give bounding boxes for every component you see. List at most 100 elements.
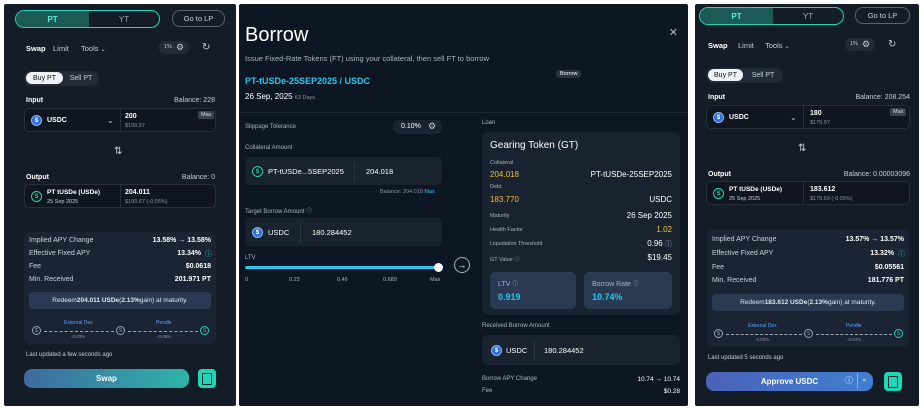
tab-limit[interactable]: Limit xyxy=(53,44,69,53)
info-icon[interactable]: ⓘ xyxy=(514,257,520,263)
ltv-card-label: LTV ⓘ xyxy=(498,279,518,288)
tab-limit[interactable]: Limit xyxy=(738,41,754,50)
sell-pt-tab[interactable]: Sell PT xyxy=(64,72,98,84)
gt-row-value: $19.45 xyxy=(647,253,672,262)
input-balance: Balance: 208.254 xyxy=(855,94,911,101)
max-link[interactable]: Max xyxy=(424,189,434,195)
input-amount[interactable]: 200 xyxy=(125,113,137,120)
pt-yt-toggle[interactable]: PT YT xyxy=(15,10,160,28)
ltv-slider-handle[interactable] xyxy=(434,263,443,272)
slippage-value: 1% xyxy=(850,41,858,47)
max-button[interactable]: Max xyxy=(198,111,215,119)
swap-panel-right: PT YT Go to LP Swap Limit Tools ⌄ 1% ⚙ ↻… xyxy=(695,4,919,406)
stat-value: 13.58% → 13.58% xyxy=(152,237,211,244)
calculator-icon[interactable] xyxy=(884,372,902,391)
redeem-gain: 2.13% xyxy=(121,297,140,304)
token-select-chevron-icon[interactable]: ⌄ xyxy=(107,116,114,125)
info-icon[interactable]: ⓘ xyxy=(306,209,312,215)
info-icon[interactable]: ⓘ xyxy=(665,241,672,248)
loan-label: Loan xyxy=(482,120,496,126)
redeem-post: gain) at maturity. xyxy=(139,297,188,304)
info-icon[interactable]: ⓘ xyxy=(205,249,212,259)
ltv-tick: 0 xyxy=(245,277,249,283)
output-token: PT tUSDe (USDe) xyxy=(47,189,101,196)
input-token[interactable]: USDC xyxy=(47,117,67,124)
input-amount[interactable]: 180 xyxy=(810,110,822,117)
tab-tools[interactable]: Tools ⌄ xyxy=(81,44,106,53)
gt-row-value: 0.96 ⓘ xyxy=(647,239,672,249)
received-token: USDC xyxy=(506,346,528,355)
maturity-date: 26 Sep, 2025 63 Days xyxy=(245,92,315,101)
gt-collateral-amount: 204.018 xyxy=(490,170,519,179)
info-icon[interactable]: ⓘ xyxy=(512,282,518,288)
ltv-slider-fill xyxy=(245,266,442,269)
gt-title: Gearing Token (GT) xyxy=(490,140,579,151)
tab-swap[interactable]: Swap xyxy=(26,44,46,53)
input-label: Input xyxy=(26,97,44,104)
redeem-banner: Redeem 204.011 USDe (2.13% gain) at matu… xyxy=(29,292,211,309)
tab-tools[interactable]: Tools ⌄ xyxy=(765,41,790,50)
swap-button[interactable]: Swap xyxy=(24,369,189,388)
toggle-yt[interactable]: YT xyxy=(89,11,159,27)
go-to-lp-button[interactable]: Go to LP xyxy=(172,10,225,27)
gearing-token-card: Gearing Token (GT) Collateral 204.018 PT… xyxy=(482,132,680,315)
collateral-token[interactable]: PT-tUSDe...5SEP2025 xyxy=(268,167,344,176)
info-icon[interactable]: ⓘ xyxy=(633,282,639,288)
pt-yt-toggle[interactable]: PT YT xyxy=(699,7,844,25)
input-usd: $199.97 xyxy=(125,123,145,129)
toggle-pt[interactable]: PT xyxy=(700,8,773,24)
trade-details-card: Implied APY Change 13.58% → 13.58% Effec… xyxy=(24,232,216,344)
swap-direction-icon[interactable]: ⇅ xyxy=(798,143,806,154)
info-icon[interactable]: ⓘ xyxy=(845,375,853,386)
fee-value: $0.28 xyxy=(663,388,680,395)
slippage-control[interactable]: 0.10% ⚙ xyxy=(393,120,442,134)
collateral-amount[interactable]: 204.018 xyxy=(366,167,393,176)
stat-value: 13.32% xyxy=(870,250,894,257)
slippage-settings[interactable]: 1% ⚙ xyxy=(845,38,875,51)
output-usd: $179.69 (-0.05%) xyxy=(810,196,853,202)
gear-icon: ⚙ xyxy=(862,39,871,49)
slippage-settings[interactable]: 1% ⚙ xyxy=(159,41,189,54)
gt-row-label: Liquidation Threshold xyxy=(490,241,543,247)
pt-token-icon: S xyxy=(31,191,42,202)
info-icon[interactable]: ⓘ xyxy=(898,249,905,259)
ltv-tick: 0.46 xyxy=(337,277,348,283)
borrow-panel: Borrow ✕ Issue Fixed-Rate Tokens (FT) us… xyxy=(239,4,688,406)
gt-row-label: Debt xyxy=(490,184,502,190)
token-select-chevron-icon[interactable]: ⌄ xyxy=(790,113,797,122)
buy-pt-tab[interactable]: Buy PT xyxy=(708,69,743,81)
stat-value: $0.05561 xyxy=(874,264,904,271)
route-pendle: Pendle xyxy=(846,323,862,329)
target-amount[interactable]: 180.284452 xyxy=(312,228,352,237)
toggle-yt[interactable]: YT xyxy=(773,8,843,24)
stat-label: Fee xyxy=(712,264,725,271)
calculator-icon[interactable] xyxy=(198,369,216,388)
refresh-icon[interactable]: ↻ xyxy=(202,42,210,53)
close-icon[interactable]: ✕ xyxy=(669,26,678,39)
chevron-down-icon[interactable]: ⌄ xyxy=(861,374,868,383)
chevron-down-icon: ⌄ xyxy=(784,44,790,50)
swap-direction-icon[interactable]: ⇅ xyxy=(114,146,122,157)
usdc-route-icon: $ xyxy=(714,329,723,338)
trade-details-card: Implied APY Change 13.57% → 13.57% Effec… xyxy=(706,229,910,347)
tab-swap[interactable]: Swap xyxy=(708,41,728,50)
buy-pt-tab[interactable]: Buy PT xyxy=(26,72,63,84)
stat-value: $0.0618 xyxy=(185,263,211,270)
refresh-icon[interactable]: ↻ xyxy=(888,39,896,50)
target-token[interactable]: USDC xyxy=(268,228,289,237)
arrow-right-icon[interactable]: → xyxy=(454,257,470,273)
input-token[interactable]: USDC xyxy=(729,114,749,121)
ltv-slider-track[interactable] xyxy=(245,266,442,269)
toggle-pt[interactable]: PT xyxy=(16,11,89,27)
sell-pt-tab[interactable]: Sell PT xyxy=(745,69,781,81)
redeem-post: gain) at maturity. xyxy=(827,299,876,306)
tools-label: Tools xyxy=(81,44,99,53)
received-box: $ USDC 180.284452 xyxy=(482,335,680,365)
pt-token-icon: S xyxy=(252,166,263,177)
market-pair[interactable]: PT-tUSDe-25SEP2025 / USDC xyxy=(245,76,370,86)
go-to-lp-button[interactable]: Go to LP xyxy=(855,7,910,24)
ltv-card-label-text: LTV xyxy=(498,281,511,288)
output-label: Output xyxy=(26,174,49,181)
stat-label: Min. Received xyxy=(712,277,757,284)
max-button[interactable]: Max xyxy=(890,108,907,116)
